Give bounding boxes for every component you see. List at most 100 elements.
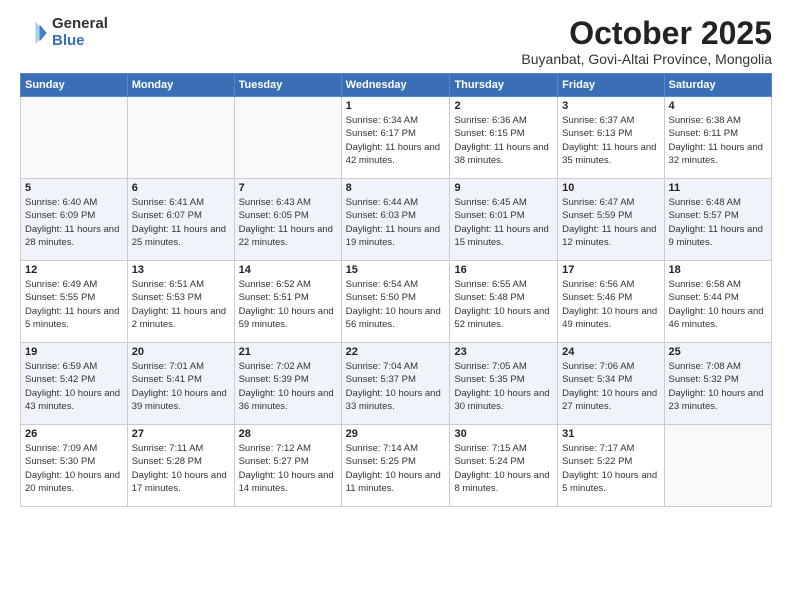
calendar-cell: 16Sunrise: 6:55 AM Sunset: 5:48 PM Dayli… — [450, 261, 558, 343]
calendar-header-row: Sunday Monday Tuesday Wednesday Thursday… — [21, 74, 772, 97]
day-number: 10 — [562, 182, 659, 194]
day-info: Sunrise: 6:59 AM Sunset: 5:42 PM Dayligh… — [25, 360, 123, 413]
day-info: Sunrise: 6:48 AM Sunset: 5:57 PM Dayligh… — [669, 196, 767, 249]
col-tuesday: Tuesday — [234, 74, 341, 97]
day-info: Sunrise: 6:58 AM Sunset: 5:44 PM Dayligh… — [669, 278, 767, 331]
calendar-cell: 13 Sunrise: 6:51 AM Sunset: 5:53 PM Dayli… — [127, 261, 234, 343]
calendar-cell: 29 Sunrise: 7:14 AM Sunset: 5:25 PM Dayli… — [341, 425, 450, 507]
day-number: 8 — [346, 182, 446, 194]
calendar-cell: 6 Sunrise: 6:41 AM Sunset: 6:07 PM Daylig… — [127, 179, 234, 261]
day-number: 12 — [25, 264, 123, 276]
day-info: Sunrise: 6:41 AM Sunset: 6:07 PM Dayligh… — [132, 196, 230, 249]
calendar-week-1: 1 Sunrise: 6:34 AM Sunset: 6:17 PM Daylig… — [21, 97, 772, 179]
logo-general-text: General — [52, 16, 108, 33]
day-number: 20 — [132, 346, 230, 358]
day-number: 28 — [239, 428, 337, 440]
day-info: Sunrise: 6:49 AM Sunset: 5:55 PM Dayligh… — [25, 278, 123, 331]
calendar-cell — [664, 425, 771, 507]
calendar-cell — [234, 97, 341, 179]
day-number: 16 — [454, 264, 553, 276]
header: General Blue October 2025 Buyanbat, Govi… — [20, 16, 772, 67]
day-number: 13 — [132, 264, 230, 276]
calendar-cell: 21 Sunrise: 7:02 AM Sunset: 5:39 PM Dayli… — [234, 343, 341, 425]
logo-icon — [20, 19, 48, 47]
day-info: Sunrise: 7:14 AM Sunset: 5:25 PM Dayligh… — [346, 442, 446, 495]
day-info: Sunrise: 6:36 AM Sunset: 6:15 PM Dayligh… — [454, 114, 553, 167]
calendar-cell: 26Sunrise: 7:09 AM Sunset: 5:30 PM Dayli… — [21, 425, 128, 507]
page-container: General Blue October 2025 Buyanbat, Govi… — [0, 0, 792, 517]
day-info: Sunrise: 6:54 AM Sunset: 5:50 PM Dayligh… — [346, 278, 446, 331]
day-number: 24 — [562, 346, 659, 358]
day-info: Sunrise: 7:08 AM Sunset: 5:32 PM Dayligh… — [669, 360, 767, 413]
day-number: 1 — [346, 100, 446, 112]
title-block: October 2025 Buyanbat, Govi-Altai Provin… — [521, 16, 772, 67]
calendar-week-5: 26Sunrise: 7:09 AM Sunset: 5:30 PM Dayli… — [21, 425, 772, 507]
calendar-cell — [21, 97, 128, 179]
calendar-cell: 2 Sunrise: 6:36 AM Sunset: 6:15 PM Daylig… — [450, 97, 558, 179]
day-number: 2 — [454, 100, 553, 112]
calendar-cell: 30Sunrise: 7:15 AM Sunset: 5:24 PM Dayli… — [450, 425, 558, 507]
day-info: Sunrise: 6:56 AM Sunset: 5:46 PM Dayligh… — [562, 278, 659, 331]
calendar-cell: 17 Sunrise: 6:56 AM Sunset: 5:46 PM Dayli… — [558, 261, 664, 343]
calendar-week-3: 12 Sunrise: 6:49 AM Sunset: 5:55 PM Dayli… — [21, 261, 772, 343]
calendar-cell — [127, 97, 234, 179]
day-number: 25 — [669, 346, 767, 358]
day-info: Sunrise: 7:05 AM Sunset: 5:35 PM Dayligh… — [454, 360, 553, 413]
calendar-cell: 10Sunrise: 6:47 AM Sunset: 5:59 PM Dayli… — [558, 179, 664, 261]
day-info: Sunrise: 6:45 AM Sunset: 6:01 PM Dayligh… — [454, 196, 553, 249]
day-number: 6 — [132, 182, 230, 194]
calendar-cell: 28Sunrise: 7:12 AM Sunset: 5:27 PM Dayli… — [234, 425, 341, 507]
calendar-week-4: 19 Sunrise: 6:59 AM Sunset: 5:42 PM Dayli… — [21, 343, 772, 425]
day-info: Sunrise: 7:15 AM Sunset: 5:24 PM Dayligh… — [454, 442, 553, 495]
col-sunday: Sunday — [21, 74, 128, 97]
calendar-cell: 7Sunrise: 6:43 AM Sunset: 6:05 PM Daylig… — [234, 179, 341, 261]
calendar-cell: 25 Sunrise: 7:08 AM Sunset: 5:32 PM Dayli… — [664, 343, 771, 425]
month-title: October 2025 — [521, 16, 772, 51]
location-subtitle: Buyanbat, Govi-Altai Province, Mongolia — [521, 51, 772, 67]
calendar-cell: 9 Sunrise: 6:45 AM Sunset: 6:01 PM Daylig… — [450, 179, 558, 261]
calendar-cell: 18Sunrise: 6:58 AM Sunset: 5:44 PM Dayli… — [664, 261, 771, 343]
day-info: Sunrise: 7:01 AM Sunset: 5:41 PM Dayligh… — [132, 360, 230, 413]
calendar-cell: 15Sunrise: 6:54 AM Sunset: 5:50 PM Dayli… — [341, 261, 450, 343]
day-info: Sunrise: 7:06 AM Sunset: 5:34 PM Dayligh… — [562, 360, 659, 413]
logo: General Blue — [20, 16, 108, 49]
day-number: 3 — [562, 100, 659, 112]
calendar-cell: 14Sunrise: 6:52 AM Sunset: 5:51 PM Dayli… — [234, 261, 341, 343]
logo-blue-text: Blue — [52, 33, 108, 50]
calendar-cell: 4 Sunrise: 6:38 AM Sunset: 6:11 PM Daylig… — [664, 97, 771, 179]
day-info: Sunrise: 6:40 AM Sunset: 6:09 PM Dayligh… — [25, 196, 123, 249]
calendar-cell: 3 Sunrise: 6:37 AM Sunset: 6:13 PM Daylig… — [558, 97, 664, 179]
day-number: 29 — [346, 428, 446, 440]
calendar-cell: 24 Sunrise: 7:06 AM Sunset: 5:34 PM Dayli… — [558, 343, 664, 425]
col-monday: Monday — [127, 74, 234, 97]
day-info: Sunrise: 6:34 AM Sunset: 6:17 PM Dayligh… — [346, 114, 446, 167]
day-info: Sunrise: 6:51 AM Sunset: 5:53 PM Dayligh… — [132, 278, 230, 331]
day-info: Sunrise: 6:44 AM Sunset: 6:03 PM Dayligh… — [346, 196, 446, 249]
calendar-cell: 27Sunrise: 7:11 AM Sunset: 5:28 PM Dayli… — [127, 425, 234, 507]
day-number: 26 — [25, 428, 123, 440]
col-thursday: Thursday — [450, 74, 558, 97]
day-info: Sunrise: 7:02 AM Sunset: 5:39 PM Dayligh… — [239, 360, 337, 413]
calendar-table: Sunday Monday Tuesday Wednesday Thursday… — [20, 73, 772, 507]
day-number: 4 — [669, 100, 767, 112]
day-number: 21 — [239, 346, 337, 358]
day-number: 17 — [562, 264, 659, 276]
calendar-cell: 31Sunrise: 7:17 AM Sunset: 5:22 PM Dayli… — [558, 425, 664, 507]
calendar-cell: 20 Sunrise: 7:01 AM Sunset: 5:41 PM Dayli… — [127, 343, 234, 425]
day-number: 7 — [239, 182, 337, 194]
day-info: Sunrise: 6:52 AM Sunset: 5:51 PM Dayligh… — [239, 278, 337, 331]
calendar-cell: 11 Sunrise: 6:48 AM Sunset: 5:57 PM Dayli… — [664, 179, 771, 261]
day-info: Sunrise: 6:38 AM Sunset: 6:11 PM Dayligh… — [669, 114, 767, 167]
day-number: 19 — [25, 346, 123, 358]
day-info: Sunrise: 6:37 AM Sunset: 6:13 PM Dayligh… — [562, 114, 659, 167]
col-saturday: Saturday — [664, 74, 771, 97]
calendar-cell: 19 Sunrise: 6:59 AM Sunset: 5:42 PM Dayli… — [21, 343, 128, 425]
day-number: 9 — [454, 182, 553, 194]
calendar-cell: 12 Sunrise: 6:49 AM Sunset: 5:55 PM Dayli… — [21, 261, 128, 343]
day-number: 27 — [132, 428, 230, 440]
day-number: 5 — [25, 182, 123, 194]
calendar-cell: 5 Sunrise: 6:40 AM Sunset: 6:09 PM Daylig… — [21, 179, 128, 261]
day-number: 11 — [669, 182, 767, 194]
calendar-cell: 8 Sunrise: 6:44 AM Sunset: 6:03 PM Daylig… — [341, 179, 450, 261]
day-number: 22 — [346, 346, 446, 358]
